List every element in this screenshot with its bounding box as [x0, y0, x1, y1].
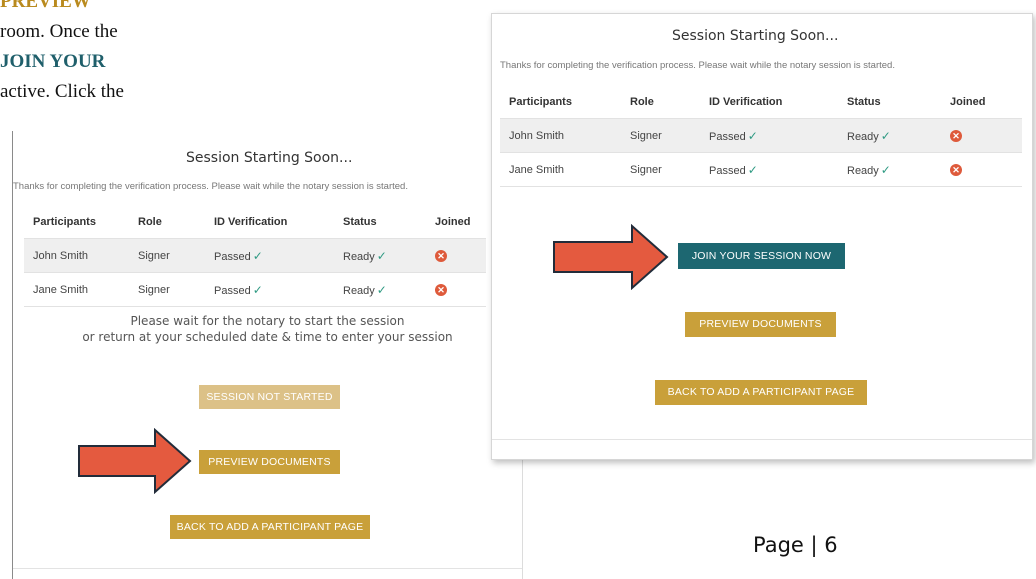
status-value: Ready	[343, 250, 375, 263]
x-circle-icon: ✕	[950, 163, 962, 176]
checkmark-icon: ✓	[252, 282, 263, 297]
status-value: Ready	[343, 284, 375, 297]
x-circle-icon: ✕	[435, 283, 447, 296]
panel-divider	[492, 439, 1032, 440]
id-verification-cell: Passed ✓	[205, 238, 334, 273]
table-row: Jane Smith Signer Passed ✓ Ready ✓ ✕	[24, 272, 486, 307]
back-to-add-participant-button[interactable]: BACK TO ADD A PARTICIPANT PAGE	[655, 380, 867, 405]
col-status: Status	[334, 205, 426, 239]
checkmark-icon: ✓	[376, 282, 387, 297]
preview-documents-button[interactable]: PREVIEW DOCUMENTS	[685, 312, 836, 337]
status-cell: Ready ✓	[838, 118, 941, 153]
back-to-add-participant-button[interactable]: BACK TO ADD A PARTICIPANT PAGE	[170, 515, 370, 539]
join-session-button[interactable]: JOIN YOUR SESSION NOW	[678, 243, 845, 269]
col-participants: Participants	[500, 85, 621, 119]
id-verification-cell: Passed ✓	[205, 272, 334, 307]
id-verification-value: Passed	[709, 130, 746, 143]
participants-table: Participants Role ID Verification Status…	[24, 205, 486, 307]
status-value: Ready	[847, 130, 879, 143]
id-verification-value: Passed	[214, 250, 251, 263]
session-title: Session Starting Soon...	[672, 28, 839, 44]
id-verification-cell: Passed ✓	[700, 152, 838, 187]
x-circle-icon: ✕	[950, 129, 962, 142]
participant-name: John Smith	[500, 118, 621, 153]
status-value: Ready	[847, 164, 879, 177]
session-title: Session Starting Soon...	[186, 150, 353, 166]
col-participants: Participants	[24, 205, 129, 239]
id-verification-cell: Passed ✓	[700, 118, 838, 153]
screenshot-session-not-started: Session Starting Soon... Thanks for comp…	[12, 131, 523, 579]
participant-role: Signer	[621, 152, 700, 187]
preview-documents-button[interactable]: PREVIEW DOCUMENTS	[199, 450, 340, 474]
verification-note: Thanks for completing the verification p…	[13, 181, 408, 192]
checkmark-icon: ✓	[880, 162, 891, 177]
participant-name: Jane Smith	[500, 152, 621, 187]
status-cell: Ready ✓	[334, 272, 426, 307]
joined-cell: ✕	[941, 118, 1022, 153]
col-joined: Joined	[426, 205, 486, 239]
wait-message-line2: or return at your scheduled date & time …	[82, 330, 453, 344]
checkmark-icon: ✓	[747, 128, 758, 143]
joined-cell: ✕	[426, 272, 486, 307]
joined-cell: ✕	[941, 152, 1022, 187]
doc-text-join: JOIN YOUR	[0, 51, 106, 72]
table-row: John Smith Signer Passed ✓ Ready ✓ ✕	[24, 238, 486, 273]
id-verification-value: Passed	[709, 164, 746, 177]
col-id-verification: ID Verification	[700, 85, 838, 119]
participant-role: Signer	[129, 238, 205, 273]
x-circle-icon: ✕	[435, 249, 447, 262]
checkmark-icon: ✓	[252, 248, 263, 263]
status-cell: Ready ✓	[838, 152, 941, 187]
arrow-right-icon	[553, 224, 669, 290]
col-status: Status	[838, 85, 941, 119]
col-joined: Joined	[941, 85, 1022, 119]
col-role: Role	[621, 85, 700, 119]
arrow-right-icon	[78, 428, 192, 494]
checkmark-icon: ✓	[880, 128, 891, 143]
participant-role: Signer	[621, 118, 700, 153]
participant-name: Jane Smith	[24, 272, 129, 307]
id-verification-value: Passed	[214, 284, 251, 297]
status-cell: Ready ✓	[334, 238, 426, 273]
wait-message-line1: Please wait for the notary to start the …	[130, 314, 405, 328]
participants-table: Participants Role ID Verification Status…	[500, 85, 1022, 187]
page-number: Page | 6	[753, 533, 838, 557]
panel-divider	[13, 568, 522, 569]
verification-note: Thanks for completing the verification p…	[500, 60, 895, 71]
col-id-verification: ID Verification	[205, 205, 334, 239]
table-row: John Smith Signer Passed ✓ Ready ✓ ✕	[500, 118, 1022, 153]
participant-role: Signer	[129, 272, 205, 307]
table-row: Jane Smith Signer Passed ✓ Ready ✓ ✕	[500, 152, 1022, 187]
joined-cell: ✕	[426, 238, 486, 273]
doc-text-preview: PREVIEW	[0, 0, 91, 12]
participant-name: John Smith	[24, 238, 129, 273]
table-header-row: Participants Role ID Verification Status…	[24, 205, 486, 239]
doc-text-line2: room. Once the	[0, 21, 118, 42]
checkmark-icon: ✓	[747, 162, 758, 177]
table-header-row: Participants Role ID Verification Status…	[500, 85, 1022, 119]
col-role: Role	[129, 205, 205, 239]
doc-text-line4: active. Click the	[0, 81, 124, 102]
checkmark-icon: ✓	[376, 248, 387, 263]
session-not-started-button[interactable]: SESSION NOT STARTED	[199, 385, 340, 409]
